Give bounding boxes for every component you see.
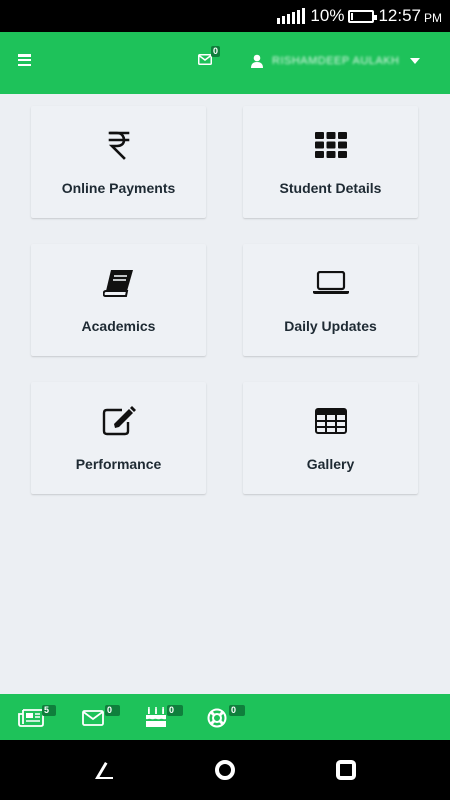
envelope-icon — [82, 710, 104, 726]
bottom-toolbar: 5 0 0 0 — [0, 694, 450, 740]
tile-label: Performance — [75, 456, 162, 472]
grid-icon — [314, 132, 347, 158]
tile-label: Online Payments — [61, 180, 176, 196]
tile-label: Daily Updates — [284, 318, 377, 334]
back-icon[interactable] — [92, 758, 116, 782]
header-mail-button[interactable]: 0 — [198, 46, 222, 70]
book-icon — [102, 270, 133, 297]
edit-icon — [102, 406, 136, 436]
birthday-cake-icon — [146, 707, 166, 727]
tile-daily-updates[interactable]: Daily Updates — [243, 244, 418, 356]
tile-gallery[interactable]: Gallery — [243, 382, 418, 494]
dropdown-caret-icon[interactable] — [409, 58, 420, 64]
envelope-icon — [198, 54, 212, 65]
battery-percent: 10% — [310, 6, 345, 25]
lifebuoy-icon — [207, 708, 227, 728]
messages-button[interactable]: 0 — [82, 705, 120, 729]
tile-label: Student Details — [279, 180, 382, 196]
newspaper-icon — [18, 709, 44, 727]
tile-academics[interactable]: Academics — [31, 244, 206, 356]
recents-icon[interactable] — [334, 758, 358, 782]
dashboard-grid: Online Payments Student Details Academic… — [0, 94, 450, 694]
messages-badge: 0 — [105, 705, 120, 716]
user-icon — [251, 54, 263, 68]
table-icon — [314, 408, 347, 434]
mail-badge: 0 — [211, 46, 221, 57]
birthdays-badge: 0 — [167, 705, 183, 716]
system-nav-bar — [0, 740, 450, 800]
tile-online-payments[interactable]: Online Payments — [31, 106, 206, 218]
hamburger-menu-icon[interactable] — [18, 54, 31, 66]
tile-student-details[interactable]: Student Details — [243, 106, 418, 218]
birthdays-button[interactable]: 0 — [145, 705, 183, 729]
support-badge: 0 — [229, 705, 245, 716]
rupee-icon — [108, 131, 129, 160]
signal-icon — [277, 8, 306, 24]
tile-label: Gallery — [306, 456, 355, 472]
clock-time: 12:57 — [378, 6, 421, 25]
username: RISHAMDEEP AULAKH — [272, 55, 400, 67]
app-header: 0 RISHAMDEEP AULAKH — [0, 32, 450, 94]
laptop-icon — [312, 271, 349, 294]
home-icon[interactable] — [213, 758, 237, 782]
tile-label: Academics — [81, 318, 156, 334]
status-bar: 10% 12:57 PM — [0, 0, 450, 32]
news-badge: 5 — [42, 705, 56, 716]
tile-performance[interactable]: Performance — [31, 382, 206, 494]
support-button[interactable]: 0 — [207, 705, 245, 729]
battery-icon — [348, 9, 378, 23]
news-button[interactable]: 5 — [18, 705, 56, 729]
clock-ampm: PM — [424, 11, 442, 25]
user-menu[interactable]: RISHAMDEEP AULAKH — [250, 50, 420, 72]
